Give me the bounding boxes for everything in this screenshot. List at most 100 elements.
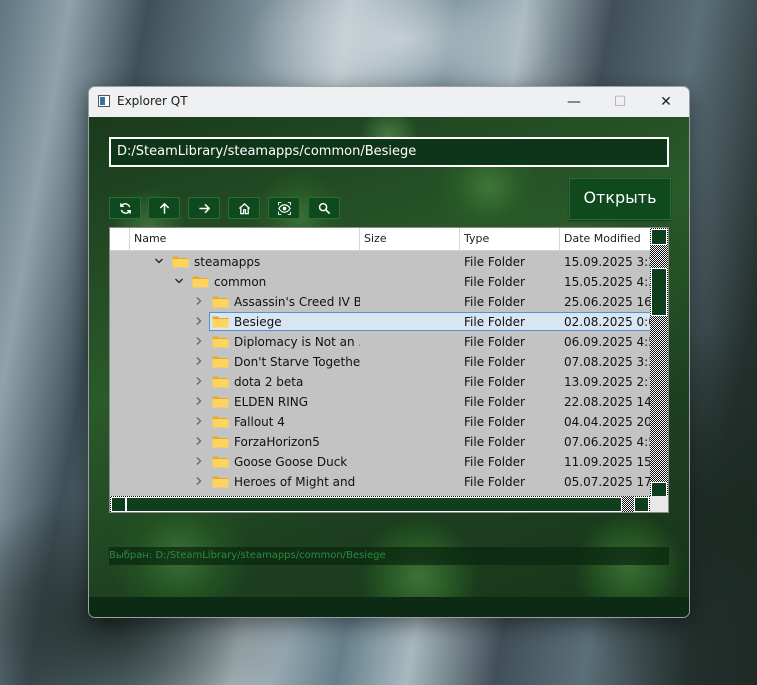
file-name: Fallout 4 [234, 415, 285, 429]
column-size[interactable]: Size [360, 228, 460, 250]
chevron-right-icon[interactable] [194, 316, 204, 326]
column-name[interactable]: Name [130, 228, 360, 250]
file-name: Don't Starve Together [234, 355, 360, 369]
table-row[interactable]: Diplomacy is Not an ... File Folder 06.09.… [110, 332, 650, 352]
table-row[interactable]: Heroes of Might and ... File Folder 05.07.… [110, 472, 650, 492]
client-area: D:/SteamLibrary/steamapps/common/Besiege… [89, 117, 689, 617]
file-date-modified: 07.08.2025 3:39 [564, 355, 650, 369]
file-type: File Folder [464, 455, 525, 469]
file-name: ELDEN RING [234, 395, 309, 409]
file-date-modified: 04.04.2025 20:56 [564, 415, 650, 429]
file-type: File Folder [464, 355, 525, 369]
refresh-icon [120, 203, 131, 214]
file-date-modified: 13.09.2025 2:15 [564, 375, 650, 389]
maximize-button[interactable]: ☐ [597, 87, 643, 117]
path-input[interactable]: D:/SteamLibrary/steamapps/common/Besiege [109, 137, 669, 167]
file-name: common [214, 275, 267, 289]
view-button[interactable] [268, 197, 300, 219]
scroll-right-button[interactable] [634, 497, 649, 512]
chevron-right-icon[interactable] [194, 416, 204, 426]
window-title: Explorer QT [117, 94, 188, 108]
file-name: Assassin's Creed IV Bl... [234, 295, 360, 309]
file-name: Goose Goose Duck [234, 455, 348, 469]
folder-icon [212, 376, 229, 388]
arrow-right-icon [199, 203, 211, 214]
vertical-scrollbar[interactable] [650, 228, 668, 512]
file-type: File Folder [464, 295, 525, 309]
table-row[interactable]: dota 2 beta File Folder 13.09.2025 2:15 [110, 372, 650, 392]
file-type: File Folder [464, 415, 525, 429]
horizontal-scrollbar[interactable] [110, 496, 650, 512]
file-name: Besiege [234, 315, 282, 329]
file-rows: steamapps File Folder 15.09.2025 3:25 commo… [110, 252, 650, 512]
file-date-modified: 15.05.2025 4:32 [564, 275, 650, 289]
scroll-corner [650, 496, 668, 512]
chevron-down-icon[interactable] [154, 256, 164, 266]
chevron-right-icon[interactable] [194, 436, 204, 446]
folder-icon [212, 476, 229, 488]
search-button[interactable] [308, 197, 340, 219]
open-button[interactable]: Открыть [569, 178, 671, 220]
column-type[interactable]: Type [460, 228, 560, 250]
folder-icon [212, 356, 229, 368]
table-row[interactable]: ForzaHorizon5 File Folder 07.06.2025 4:57 [110, 432, 650, 452]
column-header: Name Size Type Date Modified [110, 228, 650, 251]
table-row[interactable]: Goose Goose Duck File Folder 11.09.2025 15… [110, 452, 650, 472]
bottom-bar [89, 597, 689, 617]
chevron-right-icon[interactable] [194, 296, 204, 306]
chevron-right-icon[interactable] [194, 356, 204, 366]
table-row[interactable]: steamapps File Folder 15.09.2025 3:25 [110, 252, 650, 272]
app-icon [98, 95, 110, 107]
chevron-right-icon[interactable] [194, 476, 204, 486]
file-date-modified: 25.06.2025 16:42 [564, 295, 650, 309]
file-date-modified: 02.08.2025 0:06 [564, 315, 650, 329]
table-row[interactable]: Don't Starve Together File Folder 07.08.20… [110, 352, 650, 372]
folder-icon [212, 396, 229, 408]
scroll-left-button[interactable] [111, 497, 126, 512]
table-row[interactable]: common File Folder 15.05.2025 4:32 [110, 272, 650, 292]
refresh-button[interactable] [109, 197, 141, 219]
file-type: File Folder [464, 275, 525, 289]
chevron-right-icon[interactable] [194, 396, 204, 406]
table-row[interactable]: Besiege File Folder 02.08.2025 0:06 [110, 312, 650, 332]
table-row[interactable]: Assassin's Creed IV Bl... File Folder 25.0… [110, 292, 650, 312]
folder-icon [212, 456, 229, 468]
horizontal-scroll-thumb[interactable] [126, 497, 622, 512]
file-tree-view[interactable]: Name Size Type Date Modified steamapps Fi… [109, 227, 669, 513]
folder-icon [212, 416, 229, 428]
app-window: Explorer QT — ☐ ✕ D:/SteamLibrary/steama… [88, 86, 690, 618]
folder-icon [192, 276, 209, 288]
up-button[interactable] [148, 197, 180, 219]
file-date-modified: 22.08.2025 14:25 [564, 395, 650, 409]
folder-icon [212, 296, 229, 308]
file-name: steamapps [194, 255, 261, 269]
chevron-right-icon[interactable] [194, 336, 204, 346]
search-icon [318, 202, 331, 215]
folder-icon [212, 316, 229, 328]
file-type: File Folder [464, 395, 525, 409]
file-name: dota 2 beta [234, 375, 304, 389]
eye-icon [278, 202, 291, 215]
file-name: ForzaHorizon5 [234, 435, 320, 449]
title-bar[interactable]: Explorer QT — ☐ ✕ [89, 87, 689, 117]
file-type: File Folder [464, 475, 525, 489]
file-date-modified: 11.09.2025 15:13 [564, 455, 650, 469]
chevron-right-icon[interactable] [194, 456, 204, 466]
table-row[interactable]: Fallout 4 File Folder 04.04.2025 20:56 [110, 412, 650, 432]
folder-icon [212, 436, 229, 448]
header-spacer [110, 228, 130, 250]
chevron-down-icon[interactable] [174, 276, 184, 286]
vertical-scroll-thumb[interactable] [651, 268, 667, 316]
forward-button[interactable] [188, 197, 220, 219]
table-row[interactable]: ELDEN RING File Folder 22.08.2025 14:25 [110, 392, 650, 412]
column-date-modified[interactable]: Date Modified [560, 228, 652, 250]
scroll-up-button[interactable] [651, 229, 667, 245]
file-name: Diplomacy is Not an ... [234, 335, 360, 349]
file-date-modified: 07.06.2025 4:57 [564, 435, 650, 449]
home-button[interactable] [228, 197, 260, 219]
minimize-button[interactable]: — [551, 87, 597, 117]
file-date-modified: 05.07.2025 17:59 [564, 475, 650, 489]
chevron-right-icon[interactable] [194, 376, 204, 386]
home-icon [238, 202, 251, 215]
close-button[interactable]: ✕ [643, 87, 689, 117]
